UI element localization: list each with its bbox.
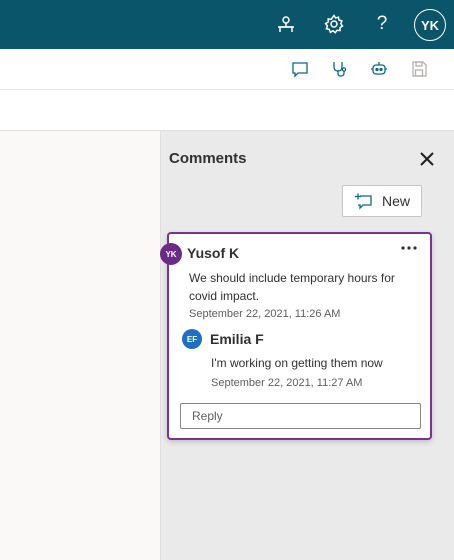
comment-text: We should include temporary hours for co… <box>189 271 395 303</box>
user-avatar[interactable]: YK <box>414 9 446 41</box>
close-icon <box>420 152 434 166</box>
comments-pane: Comments New YK Yusof K We should includ… <box>160 131 454 560</box>
reply-text: I'm working on getting them now <box>211 356 383 370</box>
main-canvas <box>0 131 161 560</box>
reply-author: Emilia F <box>210 331 264 347</box>
more-options-button[interactable] <box>398 240 420 256</box>
command-bar <box>0 49 454 90</box>
agent-icon[interactable] <box>271 9 301 39</box>
gear-icon[interactable] <box>319 9 349 39</box>
author-avatar: YK <box>160 243 182 265</box>
comment-thread-card[interactable]: YK Yusof K We should include temporary h… <box>160 232 432 440</box>
help-icon[interactable]: ? <box>367 9 397 39</box>
new-comment-icon <box>355 192 373 210</box>
comment-icon[interactable] <box>289 58 311 80</box>
close-button[interactable] <box>416 148 438 170</box>
bot-icon[interactable] <box>368 58 390 80</box>
more-icon <box>401 246 417 250</box>
reply-input[interactable] <box>180 403 421 429</box>
save-icon[interactable] <box>408 58 430 80</box>
toolbar-strip <box>0 90 454 131</box>
comments-title: Comments <box>169 150 247 167</box>
stethoscope-icon[interactable] <box>329 58 351 80</box>
comment-timestamp: September 22, 2021, 11:26 AM <box>189 308 341 320</box>
reply-author-avatar: EF <box>182 329 202 349</box>
help-glyph: ? <box>376 13 388 34</box>
comment-author: Yusof K <box>187 245 240 261</box>
new-comment-button[interactable]: New <box>342 185 422 217</box>
new-button-label: New <box>382 193 411 209</box>
reply-timestamp: September 22, 2021, 11:27 AM <box>211 377 363 389</box>
app-header: ? YK <box>0 0 454 49</box>
